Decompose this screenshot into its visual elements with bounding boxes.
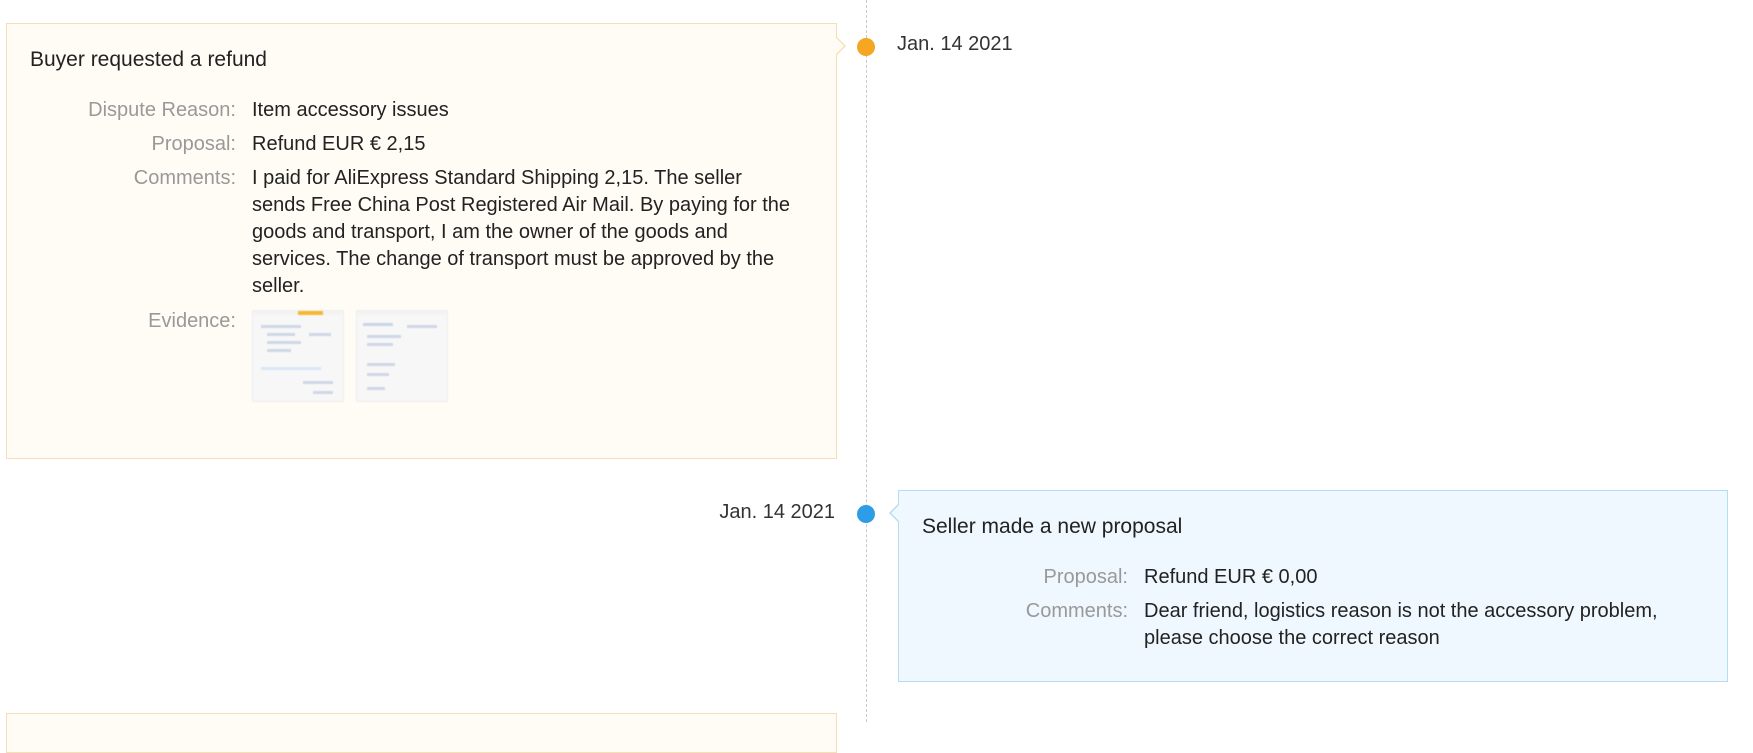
evidence-thumbnails bbox=[252, 308, 797, 402]
comments-value: I paid for AliExpress Standard Shipping … bbox=[252, 167, 791, 297]
proposal-row: Proposal: Refund EUR € 2,15 bbox=[30, 131, 820, 158]
comments-label: Comments: bbox=[1025, 600, 1128, 622]
dispute-reason-label: Dispute Reason: bbox=[88, 99, 236, 121]
timeline-dot-orange bbox=[857, 38, 875, 56]
evidence-label: Evidence: bbox=[148, 310, 236, 332]
event-date: Jan. 14 2021 bbox=[719, 501, 835, 523]
proposal-value: Refund EUR € 2,15 bbox=[252, 133, 426, 155]
evidence-row: Evidence: bbox=[30, 308, 820, 402]
timeline-dot-blue bbox=[857, 505, 875, 523]
seller-proposal-card: Seller made a new proposal Proposal: Ref… bbox=[889, 490, 1728, 682]
proposal-label: Proposal: bbox=[1043, 566, 1129, 588]
dispute-reason-value: Item accessory issues bbox=[252, 99, 449, 121]
comments-value: Dear friend, logistics reason is not the… bbox=[1144, 600, 1658, 649]
card-pointer bbox=[835, 36, 846, 56]
next-event-card bbox=[6, 713, 837, 753]
proposal-label: Proposal: bbox=[151, 133, 237, 155]
buyer-refund-card: Buyer requested a refund Dispute Reason:… bbox=[6, 23, 846, 459]
card-pointer bbox=[889, 503, 900, 523]
proposal-row: Proposal: Refund EUR € 0,00 bbox=[922, 564, 1712, 591]
proposal-value: Refund EUR € 0,00 bbox=[1144, 566, 1318, 588]
evidence-thumbnail[interactable] bbox=[252, 310, 344, 402]
timeline-line bbox=[866, 0, 867, 722]
comments-row: Comments: Dear friend, logistics reason … bbox=[922, 598, 1712, 652]
comments-label: Comments: bbox=[133, 167, 236, 189]
card-title: Buyer requested a refund bbox=[30, 48, 267, 71]
card-title: Seller made a new proposal bbox=[922, 515, 1183, 538]
evidence-thumbnail[interactable] bbox=[356, 310, 448, 402]
comments-row: Comments: I paid for AliExpress Standard… bbox=[30, 165, 820, 300]
event-date: Jan. 14 2021 bbox=[897, 33, 1013, 55]
dispute-reason-row: Dispute Reason: Item accessory issues bbox=[30, 97, 820, 124]
